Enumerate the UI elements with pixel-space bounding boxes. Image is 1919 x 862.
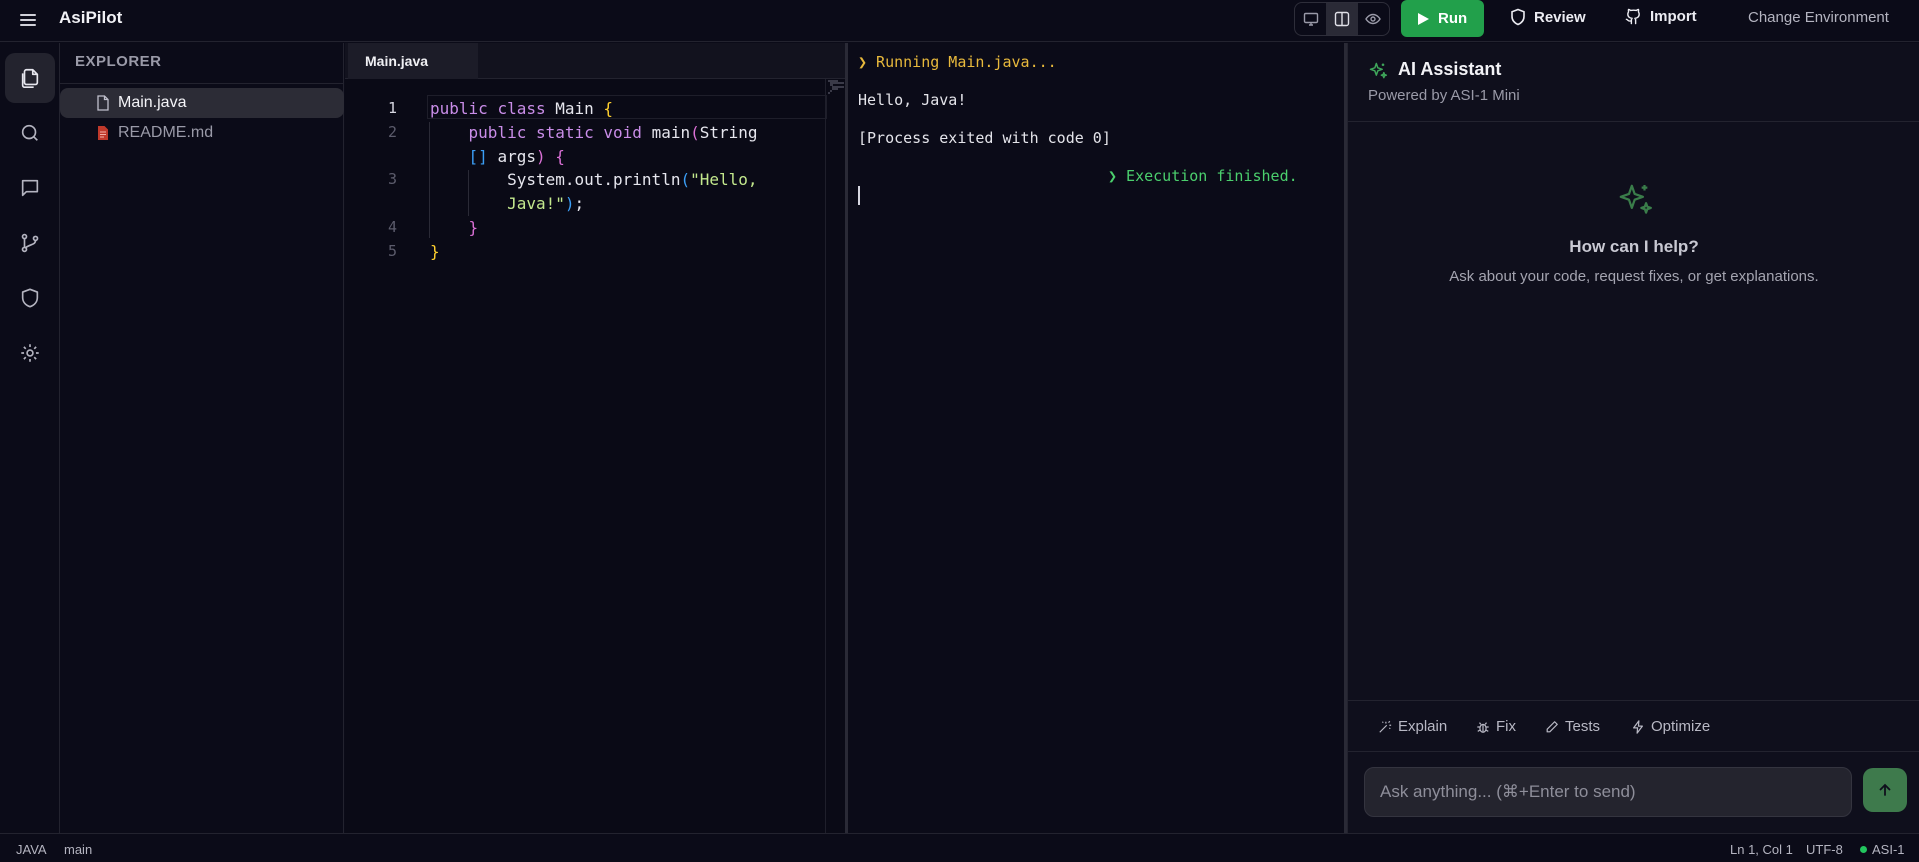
- pencil-icon: [1546, 720, 1558, 732]
- app-title: AsiPilot: [59, 8, 123, 27]
- git-branch-icon: [21, 233, 39, 253]
- file-item-main-java[interactable]: Main.java: [60, 88, 344, 118]
- import-label: Import: [1650, 8, 1697, 25]
- code-line-3: System.out.println("Hello,: [507, 170, 758, 189]
- code-editor: Main.java 1 2 3 4 5 public class Main { …: [345, 43, 845, 833]
- explain-label: Explain: [1398, 718, 1448, 735]
- status-branch: main: [64, 842, 93, 857]
- minimap[interactable]: [825, 79, 845, 833]
- wand-icon: [1379, 720, 1392, 733]
- split-view-button[interactable]: [1326, 3, 1358, 35]
- menu-icon[interactable]: [18, 9, 40, 31]
- search-icon: [21, 124, 38, 141]
- optimize-button[interactable]: Optimize: [1631, 718, 1710, 735]
- line-number: 1: [387, 99, 397, 117]
- editor-tabbar: Main.java: [345, 43, 845, 79]
- tests-button[interactable]: Tests: [1545, 718, 1600, 735]
- line-number: 3: [387, 170, 397, 188]
- activity-files[interactable]: [5, 53, 55, 103]
- terminal-output[interactable]: ❯ Running Main.java... Hello, Java! [Pro…: [848, 43, 1344, 833]
- sparkles-icon: [1619, 184, 1652, 214]
- status-bar: JAVA main Ln 1, Col 1 UTF-8 ASI-1: [0, 833, 1919, 862]
- play-icon: [1418, 12, 1429, 25]
- code-line-2-wrap: [] args) {: [468, 147, 565, 166]
- files-icon: [21, 68, 39, 88]
- explain-button[interactable]: Explain: [1378, 718, 1447, 735]
- status-dot: [1860, 846, 1867, 853]
- status-model-label: ASI-1: [1872, 842, 1905, 857]
- code-line-5: }: [430, 242, 440, 261]
- fix-label: Fix: [1496, 718, 1516, 735]
- activity-bar: [0, 43, 60, 833]
- ai-assistant-header: AI Assistant Powered by ASI-1 Mini: [1348, 43, 1919, 122]
- minimap-preview: [828, 80, 844, 94]
- optimize-label: Optimize: [1651, 718, 1711, 735]
- activity-search[interactable]: [5, 108, 55, 158]
- status-language: JAVA: [16, 842, 47, 857]
- file-name: Main.java: [118, 94, 187, 111]
- fix-button[interactable]: Fix: [1476, 718, 1516, 735]
- ai-empty-subtitle: Ask about your code, request fixes, or g…: [1449, 268, 1819, 285]
- file-item-readme[interactable]: README.md: [60, 118, 344, 148]
- lightning-icon: [1633, 719, 1643, 734]
- activity-settings[interactable]: [5, 328, 55, 378]
- ai-quick-actions: Explain Fix Tests Optimize: [1348, 700, 1919, 752]
- tests-label: Tests: [1565, 718, 1601, 735]
- markdown-file-icon: [98, 126, 108, 140]
- ai-chat-input[interactable]: [1364, 767, 1852, 817]
- run-label: Run: [1438, 10, 1468, 27]
- preview-view-button[interactable]: [1358, 3, 1389, 35]
- arrow-up-icon: [1879, 783, 1891, 796]
- line-number: 2: [387, 123, 397, 141]
- code-line-2: public static void main(String: [468, 123, 758, 142]
- activity-chat[interactable]: [5, 163, 55, 213]
- status-cursor-position: Ln 1, Col 1: [1730, 842, 1793, 857]
- status-model: ASI-1: [1860, 842, 1905, 857]
- desktop-view-button[interactable]: [1295, 3, 1326, 35]
- ai-assistant-subtitle: Powered by ASI-1 Mini: [1368, 87, 1520, 104]
- import-button[interactable]: Import: [1625, 8, 1697, 25]
- ai-assistant-title: AI Assistant: [1398, 59, 1502, 79]
- review-button[interactable]: Review: [1510, 8, 1586, 26]
- ai-assistant-panel: AI Assistant Powered by ASI-1 Mini How c…: [1347, 43, 1919, 833]
- code-line-3-wrap: Java!");: [507, 194, 585, 213]
- github-icon: [1625, 8, 1640, 25]
- terminal-output-line: Hello, Java!: [858, 91, 967, 109]
- file-name: README.md: [118, 124, 214, 141]
- shield-icon: [1511, 8, 1525, 26]
- columns-icon: [1334, 11, 1350, 27]
- activity-source-control[interactable]: [5, 218, 55, 268]
- file-icon: [97, 95, 109, 111]
- top-header: AsiPilot Run Review Import Change Enviro…: [0, 0, 1919, 42]
- divider: [60, 83, 344, 84]
- explorer-title: EXPLORER: [75, 53, 162, 70]
- shield-icon: [21, 288, 39, 308]
- monitor-icon: [1303, 12, 1318, 26]
- eye-icon: [1365, 13, 1382, 25]
- run-button[interactable]: Run: [1401, 0, 1484, 37]
- code-line-1: public class Main {: [430, 99, 614, 118]
- explorer-panel: EXPLORER Main.java README.md: [60, 43, 344, 833]
- code-line-4: }: [468, 218, 479, 237]
- review-label: Review: [1534, 8, 1586, 26]
- activity-security[interactable]: [5, 273, 55, 323]
- terminal-cursor: [858, 186, 860, 205]
- view-mode-toggle: [1294, 2, 1390, 36]
- status-encoding: UTF-8: [1806, 842, 1843, 857]
- terminal-exit-line: [Process exited with code 0]: [858, 129, 1111, 147]
- sparkles-icon: [1369, 62, 1388, 79]
- chat-icon: [21, 179, 39, 197]
- change-environment-button[interactable]: Change Environment: [1748, 9, 1889, 26]
- ai-empty-title: How can I help?: [1569, 237, 1699, 256]
- terminal-finished-line: ❯ Execution finished.: [1108, 167, 1298, 185]
- line-number: 4: [387, 218, 397, 236]
- terminal-running-line: ❯ Running Main.java...: [858, 53, 1057, 71]
- send-button[interactable]: [1863, 768, 1907, 812]
- bug-icon: [1477, 721, 1489, 733]
- line-number: 5: [387, 242, 397, 260]
- editor-tab-main-java[interactable]: Main.java: [348, 43, 478, 79]
- gear-icon: [21, 344, 39, 362]
